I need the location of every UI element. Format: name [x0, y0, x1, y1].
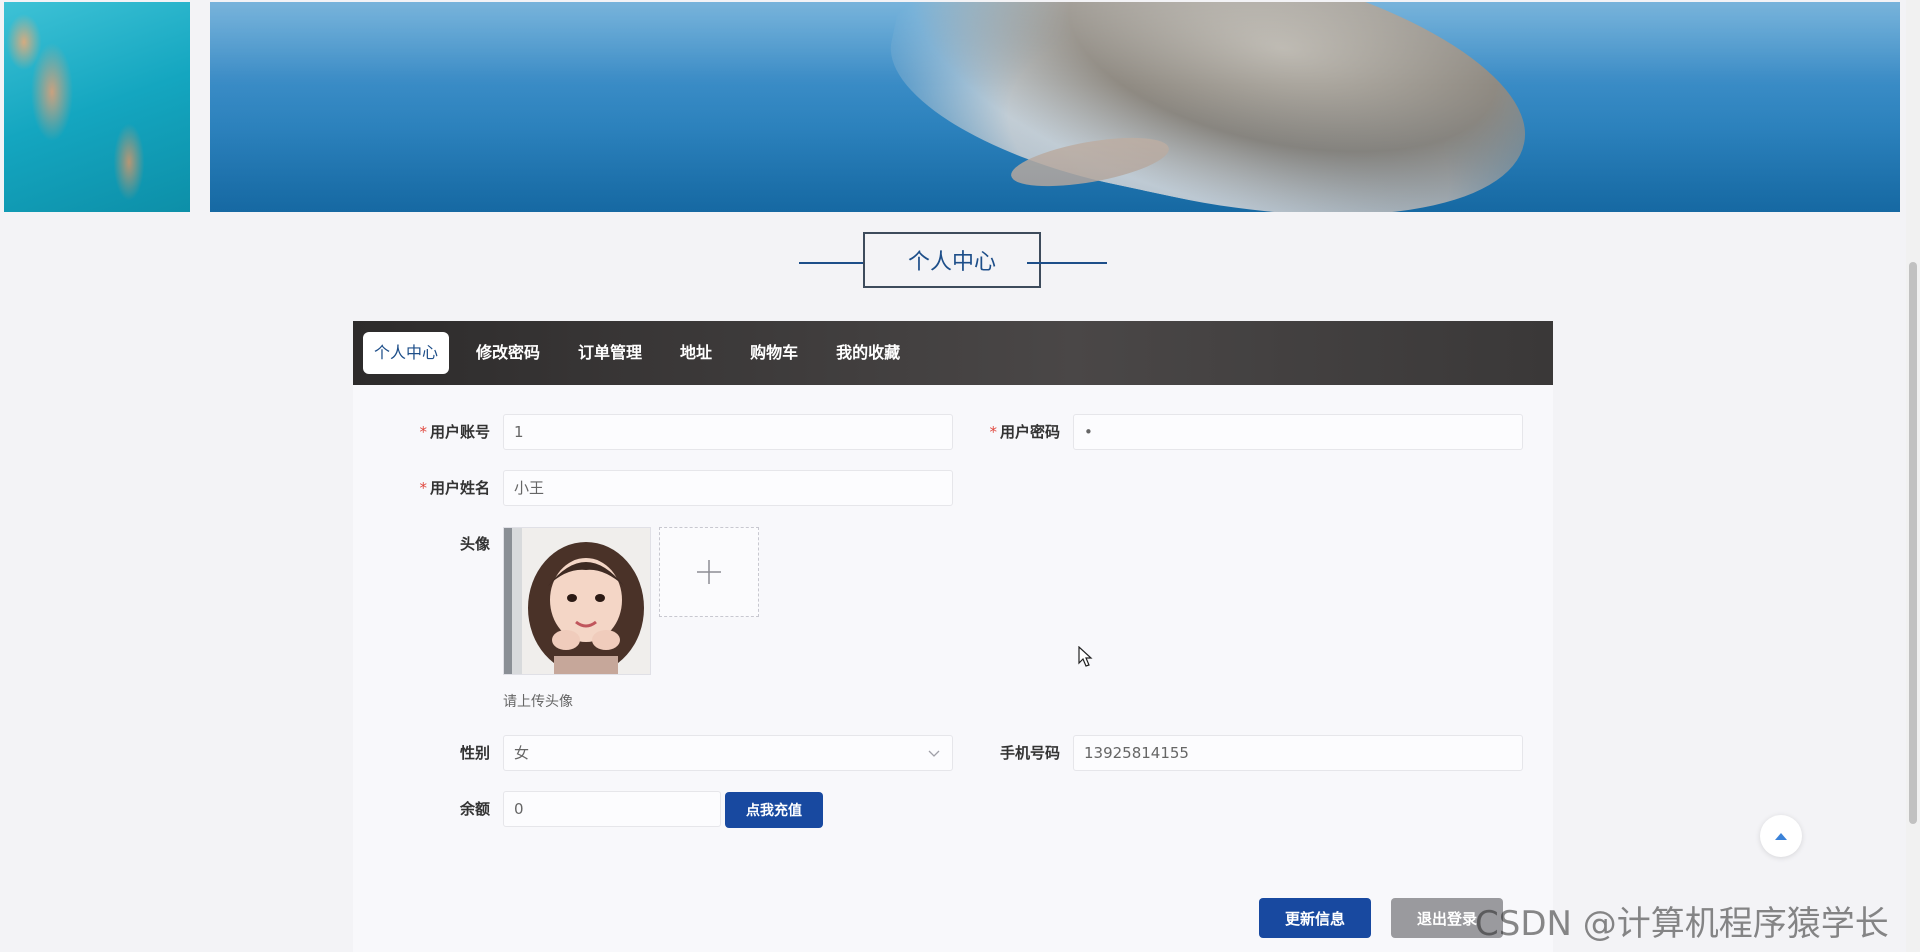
water-overlay [210, 2, 1900, 212]
recharge-button[interactable]: 点我充值 [725, 792, 823, 828]
avatar-upload-button[interactable] [659, 527, 759, 617]
chevron-down-icon [928, 750, 940, 757]
tab-address[interactable]: 地址 [669, 332, 723, 374]
balance-field[interactable]: 0 [503, 791, 721, 827]
title-decor-line-right [1027, 262, 1107, 264]
account-field[interactable]: 1 [503, 414, 953, 450]
page-title: 个人中心 [863, 232, 1041, 288]
tab-personal-center[interactable]: 个人中心 [363, 332, 450, 374]
name-field[interactable]: 小王 [503, 470, 953, 506]
name-label: * 用户姓名 [419, 479, 490, 497]
scrollbar-thumb[interactable] [1909, 262, 1917, 824]
profile-panel: 个人中心 修改密码 订单管理 地址 购物车 我的收藏 * 用户账号 1 * 用户密码… [353, 321, 1553, 952]
caret-up-icon [1775, 833, 1787, 840]
gender-label: 性别 [459, 744, 490, 762]
tab-shopping-cart[interactable]: 购物车 [739, 332, 809, 374]
back-to-top-button[interactable] [1760, 815, 1802, 857]
avatar-label: 头像 [459, 535, 490, 553]
phone-label: 手机号码 [999, 744, 1060, 762]
gender-selected-value: 女 [514, 744, 530, 762]
tab-change-password[interactable]: 修改密码 [465, 332, 551, 374]
phone-field[interactable]: 13925814155 [1073, 735, 1523, 771]
banner-koi-image [4, 2, 190, 212]
password-field[interactable]: • [1073, 414, 1523, 450]
watermark-text: CSDN @计算机程序猿学长 [1475, 904, 1889, 944]
plus-icon [697, 560, 721, 584]
banner-dolphin-image [210, 2, 1900, 212]
mouse-cursor-icon [1078, 646, 1093, 667]
avatar-upload-hint: 请上传头像 [503, 694, 573, 710]
avatar-portrait-illustration [528, 542, 644, 674]
tab-order-management[interactable]: 订单管理 [567, 332, 653, 374]
tab-my-favorites[interactable]: 我的收藏 [825, 332, 911, 374]
balance-label: 余额 [459, 800, 490, 818]
page-scrollbar[interactable] [1906, 0, 1920, 952]
gender-select[interactable]: 女 [503, 735, 953, 771]
account-label: * 用户账号 [419, 423, 490, 441]
update-info-button[interactable]: 更新信息 [1259, 898, 1371, 938]
section-title: 个人中心 [0, 232, 1906, 290]
tab-bar: 个人中心 修改密码 订单管理 地址 购物车 我的收藏 [353, 321, 1553, 385]
password-label: * 用户密码 [989, 423, 1060, 441]
avatar-image[interactable] [503, 527, 651, 675]
